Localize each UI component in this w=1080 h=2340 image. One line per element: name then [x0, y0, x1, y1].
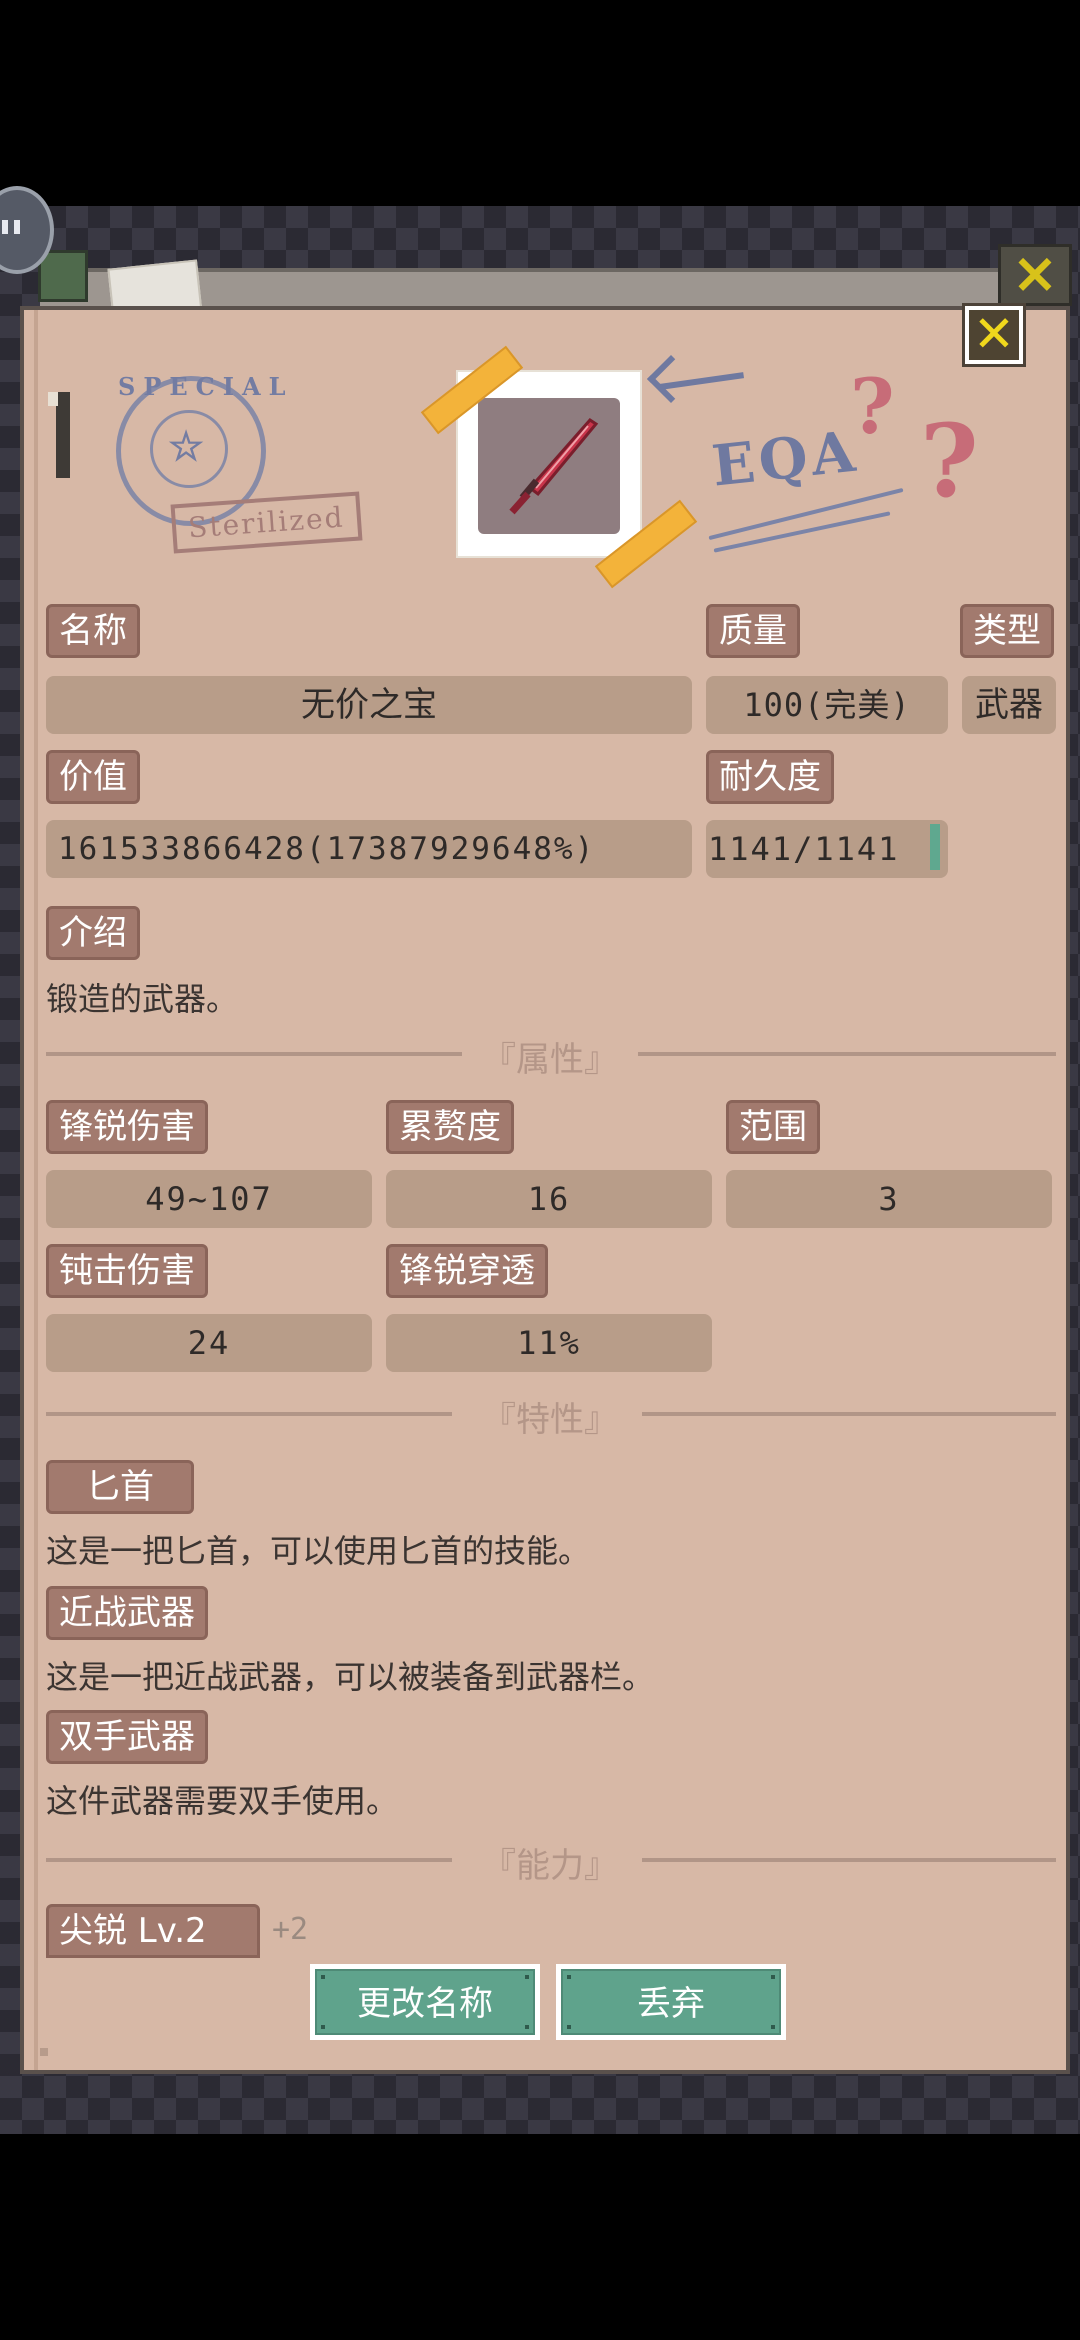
- sharp-pierce-label: 锋锐穿透: [386, 1244, 548, 1298]
- red-dagger-icon: [509, 418, 599, 515]
- stamp-text: SPECIAL: [118, 372, 294, 401]
- range-value: 3: [726, 1170, 1052, 1228]
- question-mark-icon: ?: [850, 362, 895, 451]
- ornament-icon: [56, 392, 70, 478]
- traits-divider: 『特性』: [46, 1392, 1056, 1440]
- divider-line: [642, 1412, 1056, 1416]
- background-close-icon: ×: [998, 244, 1072, 306]
- button-rivet: [525, 1975, 529, 1979]
- abilities-section-title: 『能力』: [482, 1846, 618, 1886]
- durability-label: 耐久度: [706, 750, 834, 804]
- avatar-eye: [14, 220, 20, 234]
- trait-desc: 这是一把近战武器，可以被装备到武器栏。: [46, 1658, 655, 1696]
- close-button[interactable]: ✕: [962, 303, 1026, 367]
- type-value: 武器: [962, 676, 1056, 734]
- divider-line: [46, 1858, 452, 1862]
- button-rivet: [321, 2025, 325, 2029]
- attributes-section-title: 『属性』: [482, 1040, 618, 1080]
- panel-corner-dot: [40, 2048, 48, 2056]
- item-name-field[interactable]: 无价之宝: [46, 676, 692, 734]
- blunt-damage-value: 24: [46, 1314, 372, 1372]
- button-rivet: [771, 2025, 775, 2029]
- burden-value: 16: [386, 1170, 712, 1228]
- ability-bonus: +2: [272, 1912, 309, 1947]
- ornament-tip: [48, 392, 58, 406]
- durability-bar: [930, 824, 940, 870]
- item-slot: [478, 398, 620, 534]
- discard-button-label: 丢弃: [637, 1984, 705, 2024]
- divider-line: [46, 1412, 452, 1416]
- close-icon: ✕: [969, 309, 1019, 360]
- trait-name: 双手武器: [46, 1710, 208, 1764]
- rename-button[interactable]: 更改名称: [310, 1964, 540, 2040]
- rename-button-label: 更改名称: [357, 1984, 493, 2024]
- sharp-damage-value: 49~107: [46, 1170, 372, 1228]
- burden-label: 累赘度: [386, 1100, 514, 1154]
- trait-desc: 这件武器需要双手使用。: [46, 1782, 399, 1820]
- divider-line: [46, 1052, 462, 1056]
- trait-desc: 这是一把匕首，可以使用匕首的技能。: [46, 1532, 591, 1570]
- range-label: 范围: [726, 1100, 820, 1154]
- stamp-star-icon: ☆: [168, 423, 204, 470]
- question-mark-icon: ?: [920, 402, 979, 520]
- intro-label: 介绍: [46, 906, 140, 960]
- button-rivet: [567, 1975, 571, 1979]
- quality-value: 100(完美): [706, 676, 948, 734]
- discard-button-face: 丢弃: [561, 1969, 781, 2035]
- durability-value: 1141/1141: [706, 820, 948, 878]
- divider-line: [638, 1052, 1056, 1056]
- trait-name: 近战武器: [46, 1586, 208, 1640]
- panel-edge: [34, 310, 38, 2070]
- button-rivet: [525, 2025, 529, 2029]
- sharp-damage-label: 锋锐伤害: [46, 1100, 208, 1154]
- button-rivet: [567, 2025, 571, 2029]
- button-rivet: [321, 1975, 325, 1979]
- avatar-eye: [2, 220, 8, 234]
- ability-name: 尖锐 Lv.2: [46, 1904, 260, 1958]
- type-label: 类型: [960, 604, 1054, 658]
- value-amount: 161533866428(17387929648%): [46, 820, 692, 878]
- value-label: 价值: [46, 750, 140, 804]
- discard-button[interactable]: 丢弃: [556, 1964, 786, 2040]
- sharp-pierce-value: 11%: [386, 1314, 712, 1372]
- blunt-damage-label: 钝击伤害: [46, 1244, 208, 1298]
- name-label: 名称: [46, 604, 140, 658]
- rename-button-face: 更改名称: [315, 1969, 535, 2035]
- intro-text: 锻造的武器。: [46, 980, 239, 1018]
- button-rivet: [771, 1975, 775, 1979]
- item-icon-frame: [458, 372, 640, 556]
- quality-label: 质量: [706, 604, 800, 658]
- trait-name: 匕首: [46, 1460, 194, 1514]
- traits-section-title: 『特性』: [482, 1400, 618, 1440]
- attributes-divider: 『属性』: [46, 1032, 1056, 1080]
- abilities-divider: 『能力』: [46, 1838, 1056, 1886]
- divider-line: [642, 1858, 1056, 1862]
